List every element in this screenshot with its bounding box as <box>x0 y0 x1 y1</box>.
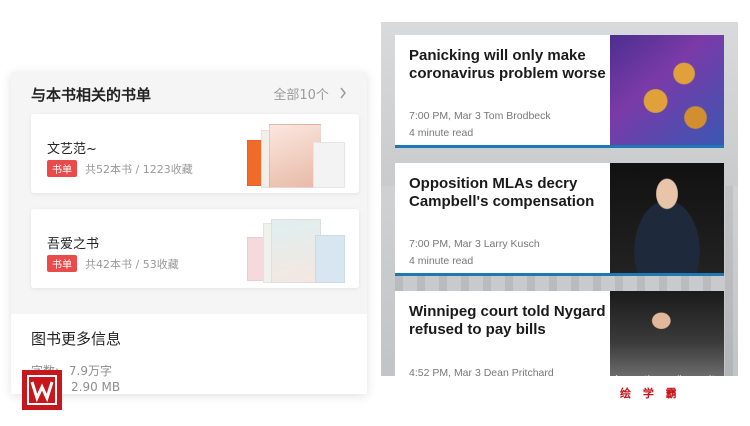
watermark-text: 绘 学 霸 <box>620 387 681 400</box>
booklist-card[interactable]: 吾爱之书 书单 共42本书 / 53收藏 <box>31 209 359 288</box>
booklist-title: 吾爱之书 <box>47 237 100 252</box>
book-cover <box>315 235 345 283</box>
book-cover <box>271 219 321 283</box>
see-all-link[interactable]: 全部10个 <box>273 84 347 103</box>
news-byline: 7:00 PM, Mar 3 Larry Kusch <box>409 238 540 250</box>
book-more-info-panel: 图书更多信息 字数: 7.9万字 2.90 MB <box>11 314 367 394</box>
news-byline: 7:00 PM, Mar 3 Tom Brodbeck <box>409 110 551 122</box>
court-photo <box>610 291 724 376</box>
booklist-stats: 共52本书 / 1223收藏 <box>85 162 193 176</box>
news-byline: 4:52 PM, Mar 3 Dean Pritchard <box>409 367 554 379</box>
book-covers <box>247 124 345 188</box>
related-booklists-panel: 与本书相关的书单 全部10个 文艺范~ 书单 共52本书 / 1223收藏 吾爱… <box>11 72 367 394</box>
news-card[interactable]: Opposition MLAs decry Campbell's compens… <box>395 163 724 276</box>
booklist-tag: 书单 <box>47 160 77 177</box>
chevron-right-icon <box>339 87 347 103</box>
news-headline: Panicking will only make coronavirus pro… <box>409 47 606 82</box>
news-read-time: 4 minute read <box>409 255 474 267</box>
booklist-meta: 书单 共52本书 / 1223收藏 <box>47 160 193 177</box>
card-accent-bar <box>395 273 724 276</box>
news-headline: Opposition MLAs decry Campbell's compens… <box>409 175 595 210</box>
coronavirus-image <box>610 35 724 145</box>
news-card[interactable]: Winnipeg court told Nygard refused to pa… <box>395 291 724 379</box>
booklist-card[interactable]: 文艺范~ 书单 共52本书 / 1223收藏 <box>31 114 359 193</box>
word-count-value: 7.9万字 <box>68 364 112 378</box>
card-accent-bar <box>395 145 724 148</box>
section-title: 与本书相关的书单 <box>31 86 152 104</box>
see-all-label: 全部10个 <box>273 88 329 103</box>
file-size-value: 2.90 MB <box>71 380 121 394</box>
booklist-title: 文艺范~ <box>47 142 97 157</box>
book-cover <box>313 142 345 188</box>
news-card[interactable]: Panicking will only make coronavirus pro… <box>395 35 724 148</box>
booklist-meta: 书单 共42本书 / 53收藏 <box>47 255 179 272</box>
more-info-title: 图书更多信息 <box>31 330 122 348</box>
booklist-tag: 书单 <box>47 255 77 272</box>
news-read-time: 4 minute read <box>409 127 474 139</box>
booklist-stats: 共42本书 / 53收藏 <box>85 257 179 271</box>
speaker-photo <box>610 163 724 273</box>
book-covers <box>247 219 345 283</box>
news-headline: Winnipeg court told Nygard refused to pa… <box>409 303 606 338</box>
w-logo <box>22 370 62 410</box>
